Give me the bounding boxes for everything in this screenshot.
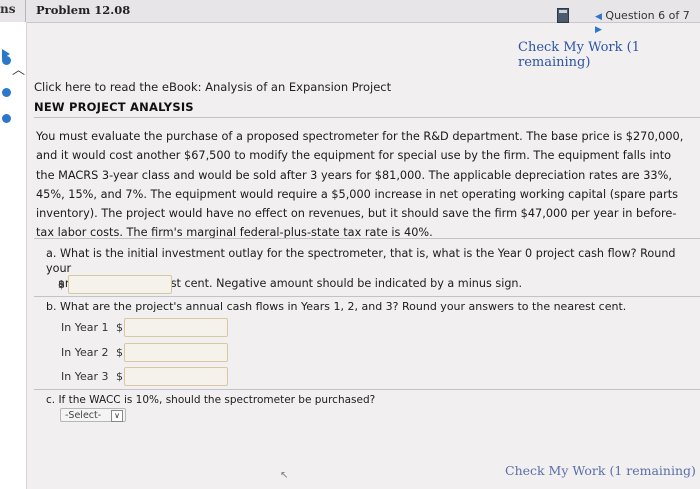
year-0-cash-flow-input[interactable]	[68, 275, 172, 294]
divider	[34, 389, 700, 390]
next-question-icon[interactable]: ▶	[595, 25, 602, 35]
section-heading: NEW PROJECT ANALYSIS	[34, 100, 194, 114]
question-a-text: What is the initial investment outlay fo…	[46, 247, 676, 275]
left-rail: ︿	[0, 22, 27, 489]
purchase-decision-select[interactable]: -Select- ∨	[60, 408, 126, 422]
previous-question-icon[interactable]: ◀	[595, 12, 602, 22]
cut-off-label: ns	[0, 2, 16, 16]
question-a-label: a.	[46, 247, 57, 260]
divider	[34, 117, 700, 118]
year-3-cash-flow-input[interactable]	[124, 367, 228, 386]
divider	[34, 296, 700, 297]
progress-dot-icon[interactable]	[2, 88, 11, 97]
ebook-link[interactable]: Click here to read the eBook: Analysis o…	[34, 80, 700, 94]
currency-symbol: $	[58, 278, 65, 291]
top-bar: ns Problem 12.08 ◀ Question 6 of 7 ▶	[0, 0, 700, 35]
currency-symbol: $	[116, 370, 123, 383]
question-c-text: c. If the WACC is 10%, should the spectr…	[46, 394, 376, 406]
progress-dot-icon[interactable]	[2, 114, 11, 123]
progress-dot-icon[interactable]	[2, 56, 11, 65]
year-2-label: In Year 2	[61, 346, 109, 359]
question-counter: Question 6 of 7	[605, 9, 690, 22]
question-navigator: ◀ Question 6 of 7 ▶	[595, 9, 700, 35]
chevron-up-icon[interactable]: ︿	[12, 59, 25, 78]
year-1-label: In Year 1	[61, 321, 109, 334]
calculator-icon[interactable]	[557, 8, 569, 23]
chevron-down-icon[interactable]: ∨	[111, 410, 123, 422]
year-3-label: In Year 3	[61, 370, 109, 383]
question-b-text: b. What are the project's annual cash fl…	[46, 300, 627, 313]
check-my-work-button-bottom[interactable]: Check My Work (1 remaining)	[505, 463, 696, 478]
divider	[25, 0, 26, 22]
problem-text: You must evaluate the purchase of a prop…	[36, 130, 684, 240]
problem-title: Problem 12.08	[36, 3, 131, 17]
check-my-work-button[interactable]: Check My Work (1 remaining)	[518, 40, 700, 70]
year-1-cash-flow-input[interactable]	[124, 318, 228, 337]
currency-symbol: $	[116, 321, 123, 334]
select-value: -Select-	[65, 410, 102, 421]
currency-symbol: $	[116, 346, 123, 359]
divider	[34, 238, 700, 239]
cursor-icon: ↖	[280, 470, 289, 481]
problem-header: Click here to read the eBook: Analysis o…	[34, 80, 700, 114]
year-2-cash-flow-input[interactable]	[124, 343, 228, 362]
